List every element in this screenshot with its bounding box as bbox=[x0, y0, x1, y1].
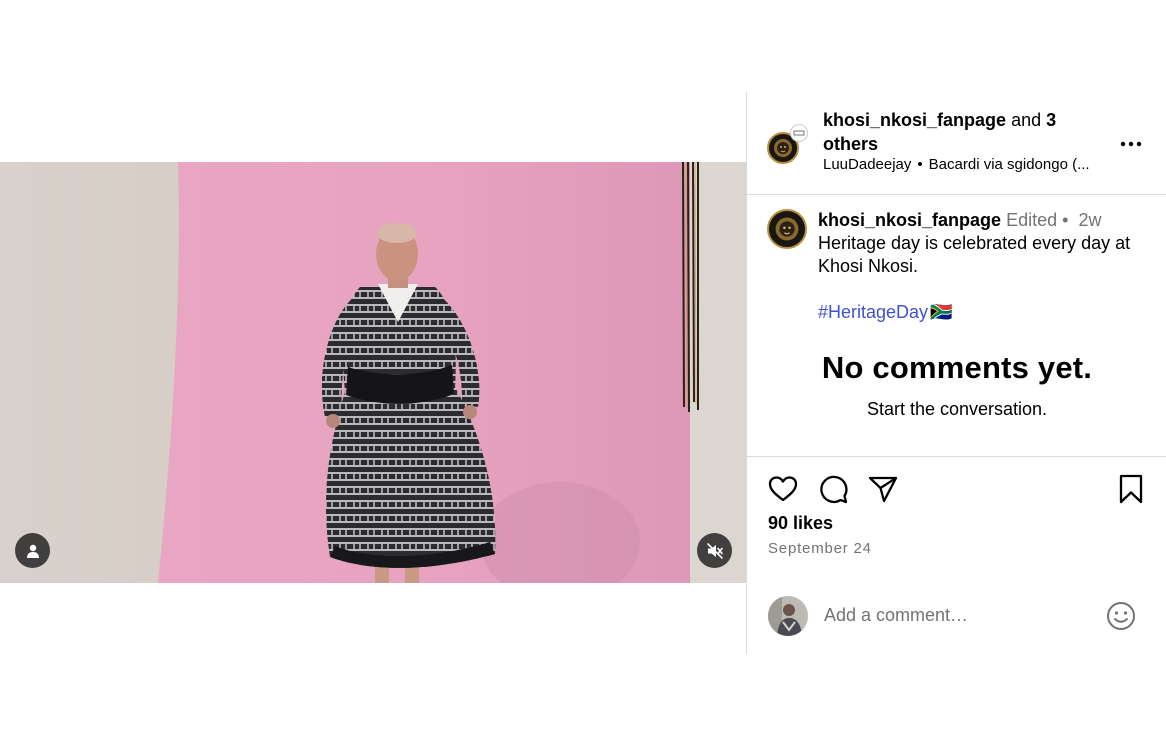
post-header: khosi_nkosi_fanpage and 3 others LuuDade… bbox=[747, 92, 1166, 195]
edited-label: Edited bbox=[1006, 210, 1058, 230]
divider bbox=[747, 456, 1166, 457]
owner-avatar[interactable] bbox=[767, 124, 808, 166]
collab-others-link[interactable]: others bbox=[823, 134, 878, 154]
more-options-icon bbox=[1120, 141, 1142, 147]
audio-track-link[interactable]: Bacardi via sgidongo (... bbox=[929, 156, 1090, 173]
paper-plane-icon bbox=[868, 476, 898, 503]
like-button[interactable] bbox=[767, 473, 799, 505]
collab-count[interactable]: 3 bbox=[1046, 110, 1056, 130]
hashtag-link[interactable]: #HeritageDay bbox=[818, 301, 928, 324]
collaborator-avatar bbox=[790, 124, 808, 142]
more-options-button[interactable] bbox=[1119, 132, 1143, 156]
collab-joiner: and bbox=[1011, 110, 1042, 130]
empty-comments-state: No comments yet. Start the conversation. bbox=[747, 350, 1166, 420]
video-frame bbox=[0, 162, 747, 583]
current-user-avatar bbox=[768, 596, 808, 636]
south-africa-flag-emoji: 🇿🇦 bbox=[930, 302, 953, 322]
add-comment-bar bbox=[747, 587, 1166, 643]
caption-username-link[interactable]: khosi_nkosi_fanpage bbox=[818, 210, 1001, 230]
instagram-post-modal: khosi_nkosi_fanpage and 3 others LuuDade… bbox=[0, 0, 1166, 745]
tagged-users-button[interactable] bbox=[15, 533, 50, 568]
smiley-icon bbox=[1107, 602, 1135, 630]
caption-body: khosi_nkosi_fanpage Edited • 2w Heritage… bbox=[818, 209, 1148, 324]
add-comment-input[interactable] bbox=[824, 600, 1094, 630]
caption-text: Heritage day is celebrated every day at … bbox=[818, 233, 1131, 276]
mute-toggle-button[interactable] bbox=[697, 533, 732, 568]
lion-logo-icon bbox=[767, 209, 807, 249]
no-comments-title: No comments yet. bbox=[821, 350, 1093, 385]
share-button[interactable] bbox=[867, 473, 899, 505]
user-tag-icon bbox=[26, 544, 39, 558]
no-comments-subtitle: Start the conversation. bbox=[866, 399, 1048, 419]
save-button[interactable] bbox=[1115, 473, 1147, 505]
audio-attribution: LuuDadeejay • Bacardi via sgidongo (... bbox=[823, 156, 1123, 173]
post-side-panel: khosi_nkosi_fanpage and 3 others LuuDade… bbox=[746, 92, 1166, 654]
post-authors: khosi_nkosi_fanpage and 3 others bbox=[823, 108, 1113, 156]
owner-username-link[interactable]: khosi_nkosi_fanpage bbox=[823, 110, 1006, 130]
separator-dot: • bbox=[917, 156, 923, 173]
caption-avatar[interactable] bbox=[767, 209, 807, 249]
bookmark-icon bbox=[1119, 474, 1143, 504]
comment-button[interactable] bbox=[817, 473, 849, 505]
post-date[interactable]: September 24 bbox=[768, 540, 872, 557]
post-video[interactable] bbox=[0, 162, 747, 583]
muted-speaker-icon bbox=[706, 542, 723, 559]
caption-meta: Edited • 2w bbox=[1006, 210, 1102, 230]
heart-icon bbox=[768, 476, 798, 502]
comment-bubble-icon bbox=[820, 475, 848, 504]
hashtag-row: #HeritageDay 🇿🇦 bbox=[818, 301, 1148, 324]
emoji-picker-button[interactable] bbox=[1105, 600, 1137, 632]
likes-count[interactable]: 90 likes bbox=[768, 513, 833, 534]
audio-artist-link[interactable]: LuuDadeejay bbox=[823, 156, 911, 173]
post-age[interactable]: 2w bbox=[1078, 210, 1101, 230]
